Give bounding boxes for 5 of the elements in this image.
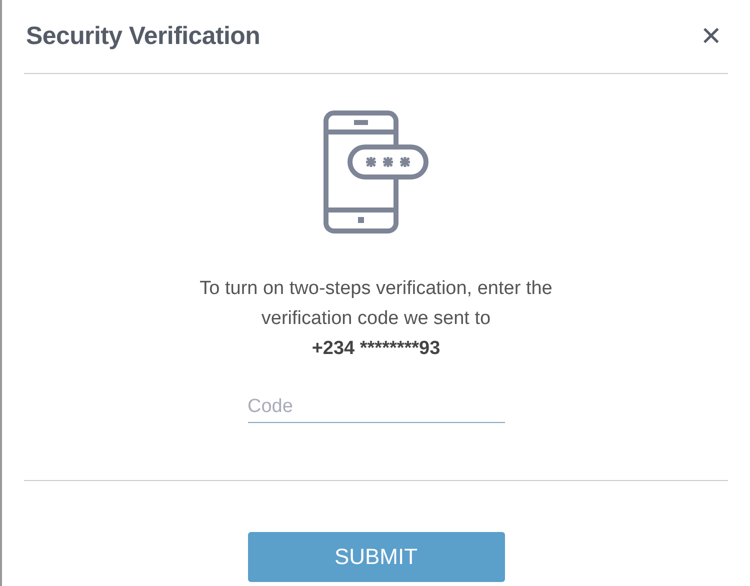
instruction-text: To turn on two-steps verification, enter the verification code we sent to — [198, 277, 554, 331]
phone-number: +234 ********93 — [312, 337, 440, 361]
close-button[interactable]: ✕ — [696, 22, 726, 52]
dialog-title: Security Verification — [26, 22, 260, 51]
phone-password-icon — [323, 110, 429, 234]
